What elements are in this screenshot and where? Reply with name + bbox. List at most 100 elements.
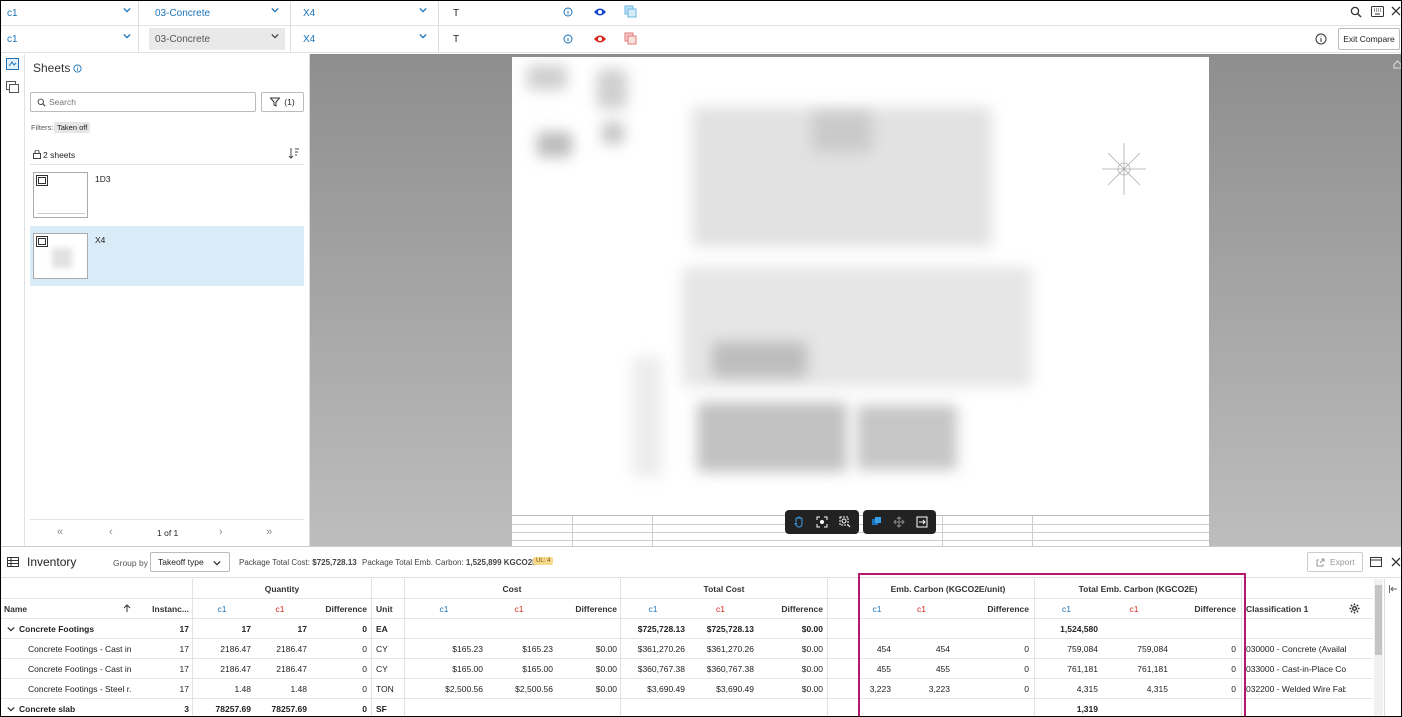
cell-cost-c1-compare: $165.00: [522, 664, 553, 674]
vertical-scrollbar[interactable]: [1374, 579, 1383, 716]
column-header-cost-c1-compare[interactable]: c1: [485, 599, 553, 619]
eye-icon[interactable]: [593, 33, 607, 45]
column-header-cost-c1[interactable]: c1: [405, 599, 483, 619]
cell-qty-c1: 78257.69: [215, 704, 251, 714]
cell-qty-c1: 1.48: [234, 684, 251, 694]
sheet-select-compare[interactable]: X4: [297, 28, 433, 50]
sheet-value: X4: [303, 7, 316, 19]
column-header-total-cost-c1-compare[interactable]: c1: [687, 599, 754, 619]
info-icon[interactable]: [563, 34, 573, 44]
side-collapse[interactable]: [1384, 579, 1401, 716]
column-header-qty-c1[interactable]: c1: [193, 599, 251, 619]
column-header-total-cost-difference[interactable]: Difference: [756, 599, 823, 619]
sheets-title: Sheets: [33, 61, 71, 75]
cell-qty-c1-compare: 17: [297, 624, 307, 634]
cell-total-carbon-c1-compare: [1100, 619, 1168, 639]
exit-overlay-button[interactable]: [912, 512, 932, 532]
gear-icon[interactable]: [1349, 603, 1360, 614]
column-header-total-carbon-difference[interactable]: Difference: [1170, 599, 1236, 619]
first-page-button[interactable]: «: [57, 526, 63, 538]
table-row[interactable]: Concrete Footings 17 17 17 0 EA $725,728.13 $72…: [1, 619, 1373, 639]
column-header-carbon-c1-compare[interactable]: c1: [893, 599, 950, 619]
cell-total-carbon-c1: 759,084: [1067, 644, 1098, 654]
table-row[interactable]: Concrete slab 3 78257.69 78257.69 0 SF 1,319: [1, 699, 1373, 716]
column-header-carbon-difference[interactable]: Difference: [952, 599, 1029, 619]
column-header-carbon-c1[interactable]: c1: [863, 599, 891, 619]
table-row[interactable]: Concrete Footings - Cast in... 17 2186.47 2…: [1, 659, 1373, 679]
sheet-name: X4: [95, 235, 106, 245]
column-header-cost-difference[interactable]: Difference: [555, 599, 617, 619]
folder-select-primary[interactable]: 03-Concrete: [149, 2, 285, 24]
search-icon[interactable]: [1350, 6, 1362, 18]
info-icon[interactable]: [563, 7, 573, 17]
cell-total-carbon-difference: [1170, 699, 1236, 716]
cell-cost-c1: $2,500.56: [445, 684, 483, 694]
panel-layout-icon[interactable]: [1370, 557, 1382, 567]
drawing-viewer[interactable]: [310, 54, 1402, 546]
cell-total-cost-c1-compare: $360,767.38: [706, 664, 754, 674]
cell-name: Concrete Footings - Steel r...: [28, 684, 132, 694]
cell-cost-difference: $0.00: [595, 684, 617, 694]
chevron-down-icon: [271, 33, 279, 39]
fit-view-button[interactable]: [812, 512, 833, 532]
column-header-total-cost-c1[interactable]: c1: [621, 599, 685, 619]
cell-carbon-difference: 0: [1024, 664, 1029, 674]
exit-compare-button[interactable]: Exit Compare: [1338, 28, 1400, 50]
layers-icon[interactable]: [624, 32, 638, 45]
info-icon[interactable]: [73, 64, 82, 73]
column-header-unit[interactable]: Unit: [376, 599, 404, 619]
sheet-item-x4[interactable]: X4: [30, 226, 304, 286]
cell-qty-c1-compare: 2186.47: [276, 664, 307, 674]
cell-carbon-c1: 454: [876, 644, 891, 654]
sheets-icon[interactable]: [6, 58, 19, 70]
table-row[interactable]: Concrete Footings - Cast in... 17 2186.47 2…: [1, 639, 1373, 659]
version-select-compare[interactable]: c1: [1, 28, 137, 50]
close-icon[interactable]: [1391, 557, 1401, 567]
chevron-down-icon[interactable]: [7, 705, 15, 713]
table-row[interactable]: Concrete Footings - Steel r... 17 1.48 1.48…: [1, 679, 1373, 699]
column-header-instances[interactable]: Instanc...: [135, 599, 189, 619]
overlay-button[interactable]: [867, 512, 887, 532]
eye-icon[interactable]: [593, 6, 607, 18]
cell-carbon-c1-compare: 454: [935, 644, 950, 654]
prev-page-button[interactable]: ‹: [109, 526, 113, 538]
cell-qty-difference: 0: [362, 644, 367, 654]
version-select-primary[interactable]: c1: [1, 2, 137, 24]
layers-icon[interactable]: [624, 5, 638, 18]
export-button[interactable]: Export: [1307, 552, 1363, 572]
next-page-button[interactable]: ›: [219, 526, 223, 538]
sheet-2d-icon: [36, 236, 48, 247]
keyboard-icon[interactable]: [1371, 6, 1384, 17]
models-icon[interactable]: [6, 81, 19, 93]
column-header-classification[interactable]: Classification 1: [1246, 599, 1346, 619]
chevron-down-icon[interactable]: [7, 625, 15, 633]
navigation-toolbar: [785, 510, 859, 534]
sort-icon[interactable]: [288, 147, 300, 159]
cell-total-cost-difference: $0.00: [801, 644, 823, 654]
sheet-search[interactable]: [30, 92, 256, 112]
column-header-name[interactable]: Name: [4, 599, 132, 619]
filter-chip-taken-off[interactable]: Taken off: [54, 122, 91, 133]
sheet-item-1d3[interactable]: 1D3: [30, 166, 304, 224]
cell-carbon-c1: 455: [876, 664, 891, 674]
align-button[interactable]: [889, 512, 909, 532]
sheet-select-primary[interactable]: X4: [297, 2, 433, 24]
folder-select-compare[interactable]: 03-Concrete: [149, 28, 285, 50]
group-quantity: Quantity: [264, 584, 300, 594]
column-header-qty-c1-compare[interactable]: c1: [253, 599, 307, 619]
home-icon[interactable]: [1393, 60, 1402, 69]
column-header-total-carbon-c1-compare[interactable]: c1: [1100, 599, 1168, 619]
group-by-select[interactable]: Takeoff type: [150, 552, 230, 572]
info-icon[interactable]: [1315, 33, 1327, 45]
close-icon[interactable]: [1391, 6, 1401, 16]
pan-tool-button[interactable]: [789, 512, 810, 532]
zoom-window-button[interactable]: [834, 512, 855, 532]
filter-button[interactable]: (1): [261, 92, 304, 112]
type-field-primary[interactable]: T: [447, 2, 487, 24]
column-header-qty-difference[interactable]: Difference: [309, 599, 367, 619]
column-header-total-carbon-c1[interactable]: c1: [1035, 599, 1098, 619]
sort-ascending-icon[interactable]: [123, 604, 131, 613]
type-field-compare[interactable]: T: [447, 28, 487, 50]
last-page-button[interactable]: »: [266, 526, 272, 538]
search-input[interactable]: [49, 95, 249, 109]
